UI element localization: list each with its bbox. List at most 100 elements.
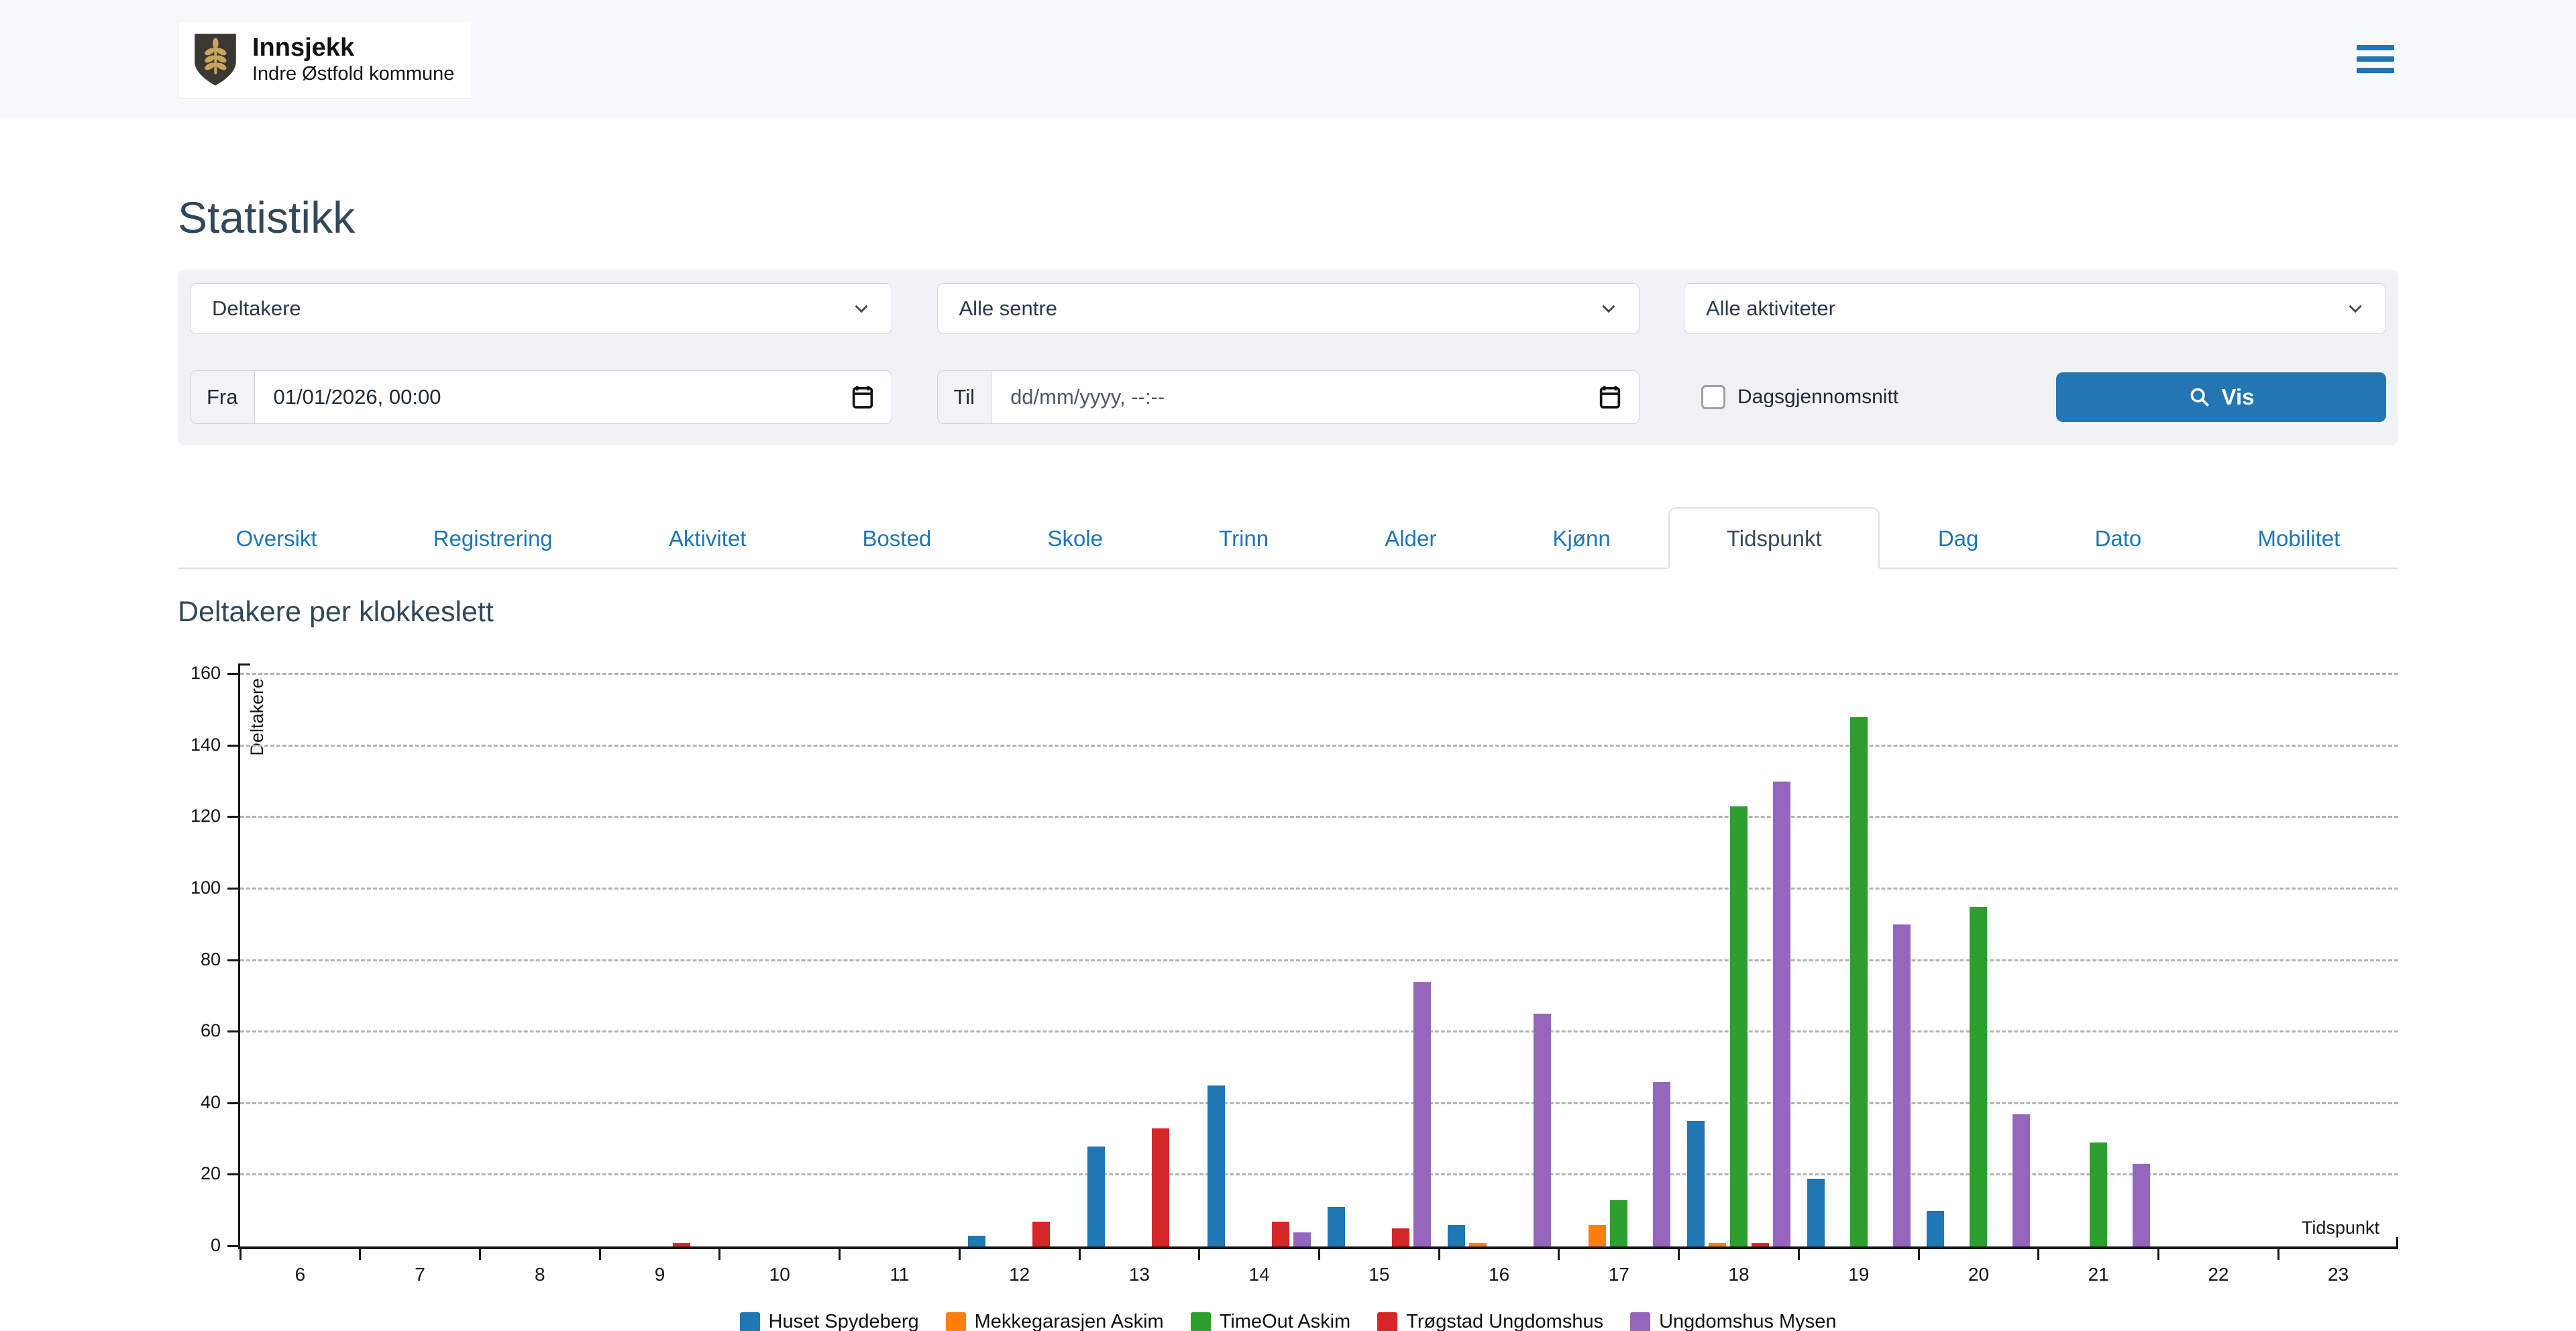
x-tick-label: 6 xyxy=(295,1264,306,1285)
y-tick xyxy=(227,745,238,747)
y-tick-label: 140 xyxy=(191,735,221,755)
bar-ungdomshus-mysen-h17 xyxy=(1653,1082,1670,1246)
tab-bosted[interactable]: Bosted xyxy=(804,507,989,569)
plot-area: Deltakere Tidspunkt 67891011121314151617… xyxy=(238,674,2398,1249)
x-tick xyxy=(239,1249,241,1260)
chevron-down-icon xyxy=(1597,297,1620,320)
chevron-down-icon xyxy=(850,297,873,320)
bar-ungdomshus-mysen-h21 xyxy=(2133,1164,2150,1246)
x-tick-label: 10 xyxy=(769,1264,790,1285)
y-tick-label: 80 xyxy=(201,949,221,970)
x-tick-label: 14 xyxy=(1249,1264,1270,1285)
from-date-label: Fra xyxy=(190,370,254,424)
bar-timeout-askim-h18 xyxy=(1730,806,1748,1246)
bar-trøgstad-ungdomshus-h13 xyxy=(1152,1128,1169,1246)
tab-trinn[interactable]: Trinn xyxy=(1161,507,1327,569)
center-select[interactable]: Alle sentre xyxy=(937,283,1640,334)
legend-item: Mekkegarasjen Askim xyxy=(946,1311,1164,1331)
y-tick xyxy=(227,673,238,675)
tab-mobilitet[interactable]: Mobilitet xyxy=(2200,507,2398,569)
x-tick xyxy=(1678,1249,1680,1260)
tab-oversikt[interactable]: Oversikt xyxy=(178,507,375,569)
show-button-label: Vis xyxy=(2222,384,2255,410)
stat-tabs: OversiktRegistreringAktivitetBostedSkole… xyxy=(178,507,2398,569)
filter-panel: Deltakere Alle sentre Alle aktiviteter xyxy=(178,270,2398,445)
x-tick xyxy=(359,1249,361,1260)
day-average-checkbox[interactable] xyxy=(1701,385,1725,409)
hamburger-menu-icon[interactable] xyxy=(2357,39,2394,79)
legend-swatch-icon xyxy=(740,1312,760,1331)
bar-mekkegarasjen-askim-h17 xyxy=(1589,1225,1606,1246)
x-tick-label: 12 xyxy=(1009,1264,1030,1285)
bar-ungdomshus-mysen-h15 xyxy=(1413,982,1431,1247)
bar-timeout-askim-h17 xyxy=(1610,1200,1627,1246)
bar-trøgstad-ungdomshus-h15 xyxy=(1392,1228,1409,1246)
tab-dato[interactable]: Dato xyxy=(2037,507,2200,569)
tab-alder[interactable]: Alder xyxy=(1327,507,1495,569)
tab-dag[interactable]: Dag xyxy=(1880,507,2037,569)
day-average-label: Dagsgjennomsnitt xyxy=(1737,386,1898,409)
gridline-40 xyxy=(240,1102,2398,1104)
legend-item: Trøgstad Ungdomshus xyxy=(1377,1311,1603,1331)
to-date-input[interactable] xyxy=(991,370,1639,424)
gridline-100 xyxy=(240,888,2398,890)
tab-skole[interactable]: Skole xyxy=(989,507,1161,569)
app-logo[interactable]: Innsjekk Indre Østfold kommune xyxy=(178,21,472,99)
x-tick-label: 7 xyxy=(415,1264,425,1285)
center-value: Alle sentre xyxy=(959,297,1057,321)
top-bar: Innsjekk Indre Østfold kommune xyxy=(0,0,2576,118)
x-axis-cap xyxy=(2396,1237,2398,1249)
bar-huset-spydeberg-h14 xyxy=(1208,1085,1225,1246)
y-tick-label: 160 xyxy=(191,663,221,684)
x-tick-label: 18 xyxy=(1728,1264,1749,1285)
tab-kjønn[interactable]: Kjønn xyxy=(1495,507,1668,569)
y-tick-label: 60 xyxy=(201,1020,221,1041)
report-type-value: Deltakere xyxy=(212,297,301,321)
x-tick xyxy=(2157,1249,2159,1260)
tab-aktivitet[interactable]: Aktivitet xyxy=(610,507,804,569)
municipality-shield-icon xyxy=(193,32,237,87)
tab-tidspunkt[interactable]: Tidspunkt xyxy=(1668,507,1880,569)
legend-swatch-icon xyxy=(1191,1312,1211,1331)
bar-timeout-askim-h21 xyxy=(2090,1142,2107,1246)
y-tick-label: 0 xyxy=(211,1235,221,1256)
x-tick-label: 17 xyxy=(1609,1264,1629,1285)
calendar-icon[interactable] xyxy=(1597,382,1623,412)
activity-select[interactable]: Alle aktiviteter xyxy=(1684,283,2386,334)
y-tick xyxy=(227,1173,238,1175)
bar-huset-spydeberg-h20 xyxy=(1927,1211,1944,1246)
y-tick-label: 20 xyxy=(201,1163,221,1184)
calendar-icon[interactable] xyxy=(849,382,876,412)
y-tick xyxy=(227,1102,238,1104)
chevron-down-icon xyxy=(2344,297,2367,320)
gridline-80 xyxy=(240,959,2398,961)
from-date-input[interactable] xyxy=(254,370,893,424)
x-tick xyxy=(1558,1249,1560,1260)
bar-ungdomshus-mysen-h16 xyxy=(1534,1014,1551,1246)
x-tick xyxy=(2277,1249,2279,1260)
legend-swatch-icon xyxy=(1377,1312,1397,1331)
x-tick-label: 16 xyxy=(1489,1264,1509,1285)
x-tick-label: 21 xyxy=(2088,1264,2109,1285)
y-tick-label: 120 xyxy=(191,806,221,827)
tab-registrering[interactable]: Registrering xyxy=(375,507,610,569)
report-type-select[interactable]: Deltakere xyxy=(190,283,892,334)
show-button[interactable]: Vis xyxy=(2056,372,2386,422)
x-tick-label: 13 xyxy=(1129,1264,1150,1285)
x-tick xyxy=(1438,1249,1440,1260)
gridline-120 xyxy=(240,816,2398,818)
y-axis-gutter: 020406080100120140160 xyxy=(178,674,238,1249)
legend-label: Huset Spydeberg xyxy=(769,1311,919,1331)
bar-mekkegarasjen-askim-h16 xyxy=(1469,1243,1487,1246)
bar-huset-spydeberg-h16 xyxy=(1448,1225,1465,1246)
x-tick xyxy=(1918,1249,1920,1260)
bar-timeout-askim-h19 xyxy=(1850,717,1868,1246)
chart-legend: Huset SpydebergMekkegarasjen AskimTimeOu… xyxy=(178,1311,2398,1331)
x-tick-label: 23 xyxy=(2328,1264,2349,1285)
x-tick xyxy=(1079,1249,1081,1260)
x-tick xyxy=(959,1249,961,1260)
legend-label: Mekkegarasjen Askim xyxy=(975,1311,1164,1331)
legend-item: Ungdomshus Mysen xyxy=(1630,1311,1836,1331)
activity-value: Alle aktiviteter xyxy=(1706,297,1835,321)
legend-item: Huset Spydeberg xyxy=(740,1311,919,1331)
